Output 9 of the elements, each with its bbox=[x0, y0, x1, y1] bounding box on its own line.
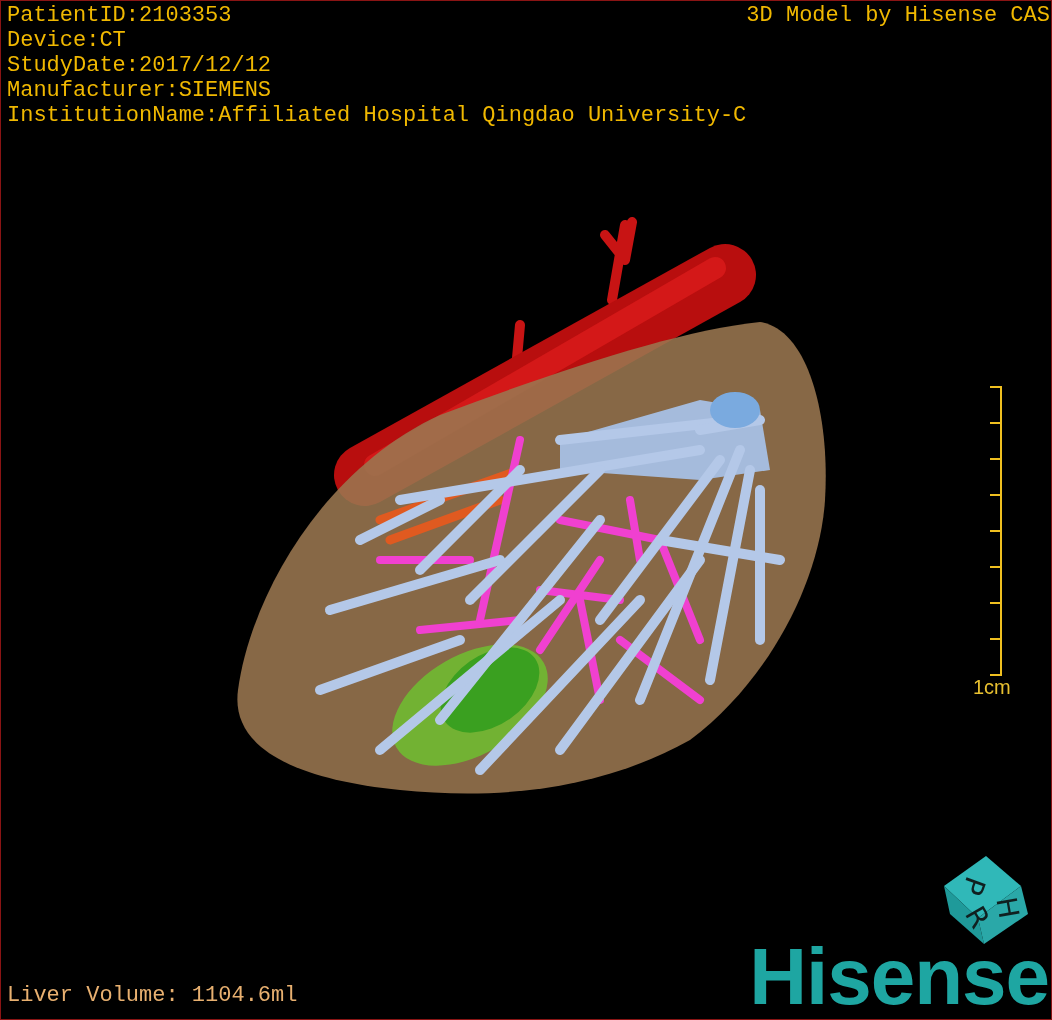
study-info-text: InstitutionName:Affiliated Hospital Qingdao University-C bbox=[7, 103, 747, 128]
study-info-text: Manufacturer:SIEMENS bbox=[7, 78, 273, 103]
liver-volume-text: Liver Volume: 1104.6ml bbox=[7, 983, 298, 1009]
model-credit-text: 3D Model by Hisense CAS bbox=[746, 3, 1050, 30]
cube-face-label: P bbox=[955, 872, 992, 900]
scale-label: 1cm bbox=[973, 676, 1011, 699]
study-info-text: StudyDate:2017/12/12 bbox=[7, 53, 273, 78]
study-info-text: Device:CT bbox=[7, 28, 127, 53]
study-info-text: PatientID:2103353 bbox=[7, 3, 233, 28]
